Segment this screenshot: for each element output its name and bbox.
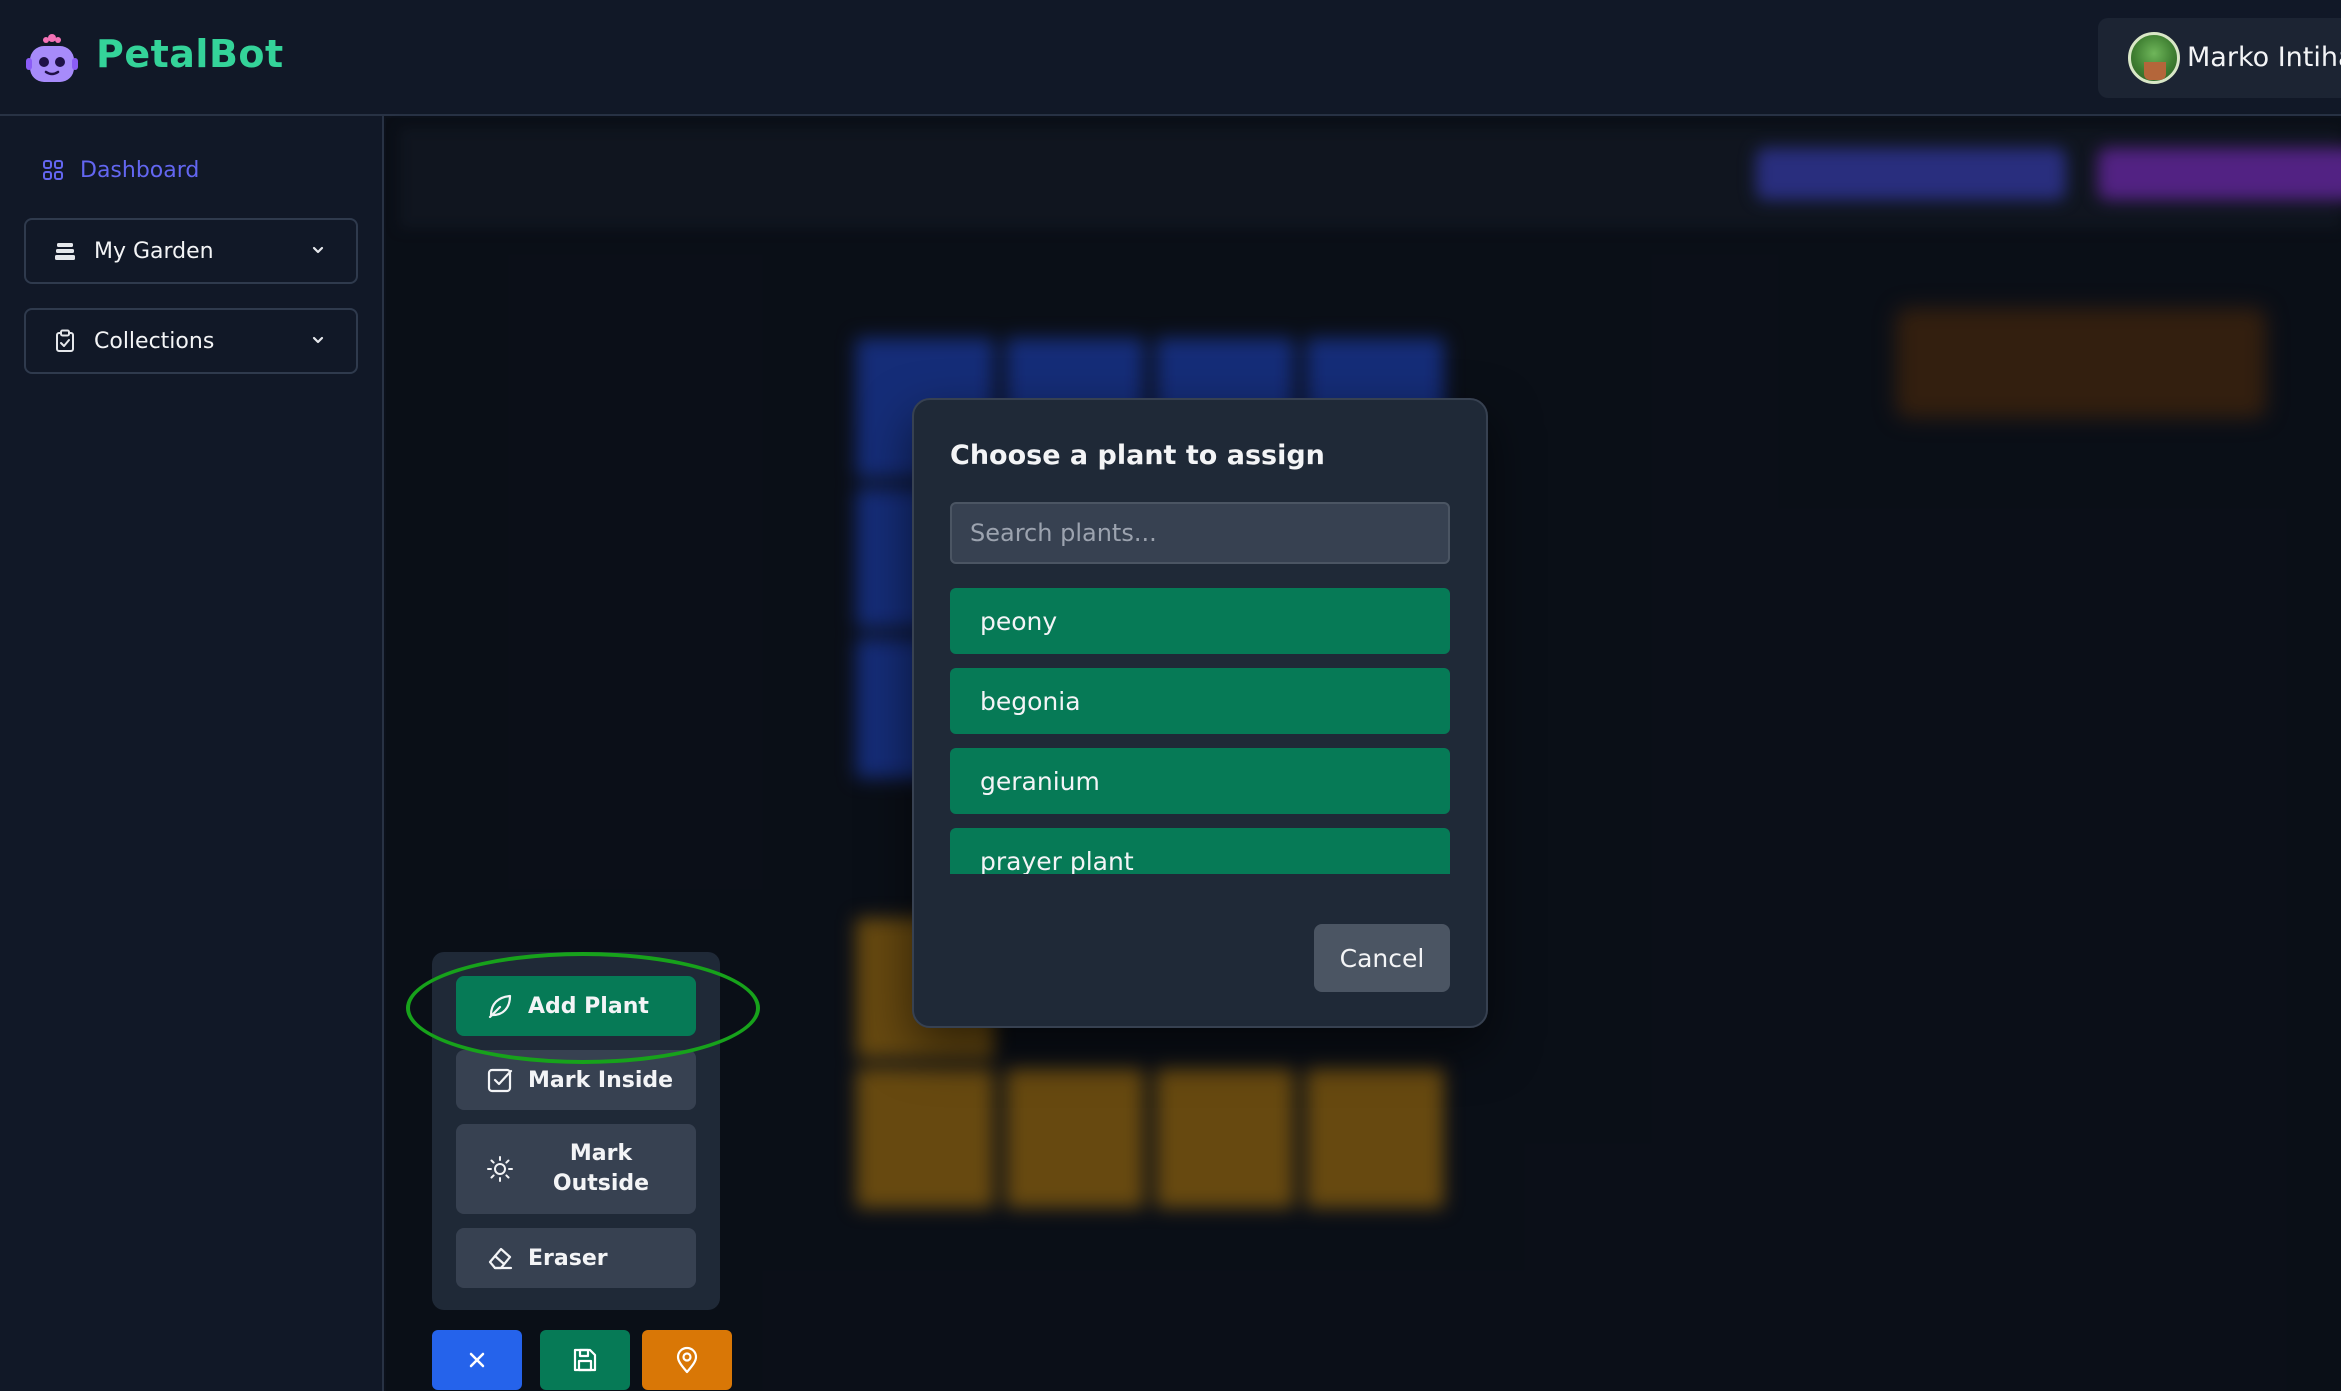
- sidebar-item-label: Collections: [94, 328, 215, 354]
- chevron-down-icon: [312, 336, 324, 344]
- user-menu[interactable]: Marko Intihar: [2098, 18, 2341, 98]
- assign-plant-dialog: Choose a plant to assign peony begonia g…: [912, 398, 1488, 1028]
- mark-outside-label-line1: Mark: [569, 1141, 633, 1166]
- app-header: PetalBot Marko Intihar: [0, 0, 2341, 116]
- chevron-down-icon: [312, 246, 324, 254]
- mark-outside-button[interactable]: Mark Outside: [456, 1124, 696, 1214]
- sidebar-item-collections[interactable]: Collections: [24, 308, 358, 374]
- close-icon: [469, 1352, 485, 1368]
- plant-option-begonia[interactable]: begonia: [950, 668, 1450, 734]
- eraser-icon: [488, 1247, 513, 1270]
- mark-inside-label: Mark Inside: [528, 1067, 674, 1093]
- sidebar-item-my-garden[interactable]: My Garden: [24, 218, 358, 284]
- checkbox-icon: [487, 1068, 513, 1093]
- sidebar-item-label: My Garden: [94, 238, 214, 264]
- dialog-title: Choose a plant to assign: [950, 440, 1325, 471]
- search-input[interactable]: [950, 502, 1450, 564]
- highlight-ring: [406, 952, 760, 1064]
- map-pin-icon: [676, 1346, 698, 1374]
- brand-name[interactable]: PetalBot: [96, 32, 284, 76]
- save-icon: [573, 1348, 597, 1372]
- eraser-label: Eraser: [528, 1245, 608, 1271]
- save-button[interactable]: [540, 1330, 630, 1390]
- sun-icon: [487, 1156, 513, 1182]
- clipboard-check-icon: [56, 329, 74, 352]
- plant-option-prayer-plant[interactable]: prayer plant: [950, 828, 1450, 874]
- user-name: Marko Intihar: [2187, 42, 2341, 73]
- robot-logo-icon: [26, 34, 78, 82]
- close-button[interactable]: [432, 1330, 522, 1390]
- plant-option-geranium[interactable]: geranium: [950, 748, 1450, 814]
- location-button[interactable]: [642, 1330, 732, 1390]
- layers-icon: [55, 243, 75, 260]
- mark-outside-label-line2: Outside: [552, 1171, 650, 1196]
- plant-option-peony[interactable]: peony: [950, 588, 1450, 654]
- grid-icon: [43, 160, 63, 180]
- avatar: [2128, 32, 2180, 84]
- mark-outside-label: Mark Outside: [526, 1139, 676, 1199]
- eraser-button[interactable]: Eraser: [456, 1228, 696, 1288]
- sidebar-item-dashboard[interactable]: Dashboard: [42, 152, 199, 188]
- cancel-button[interactable]: Cancel: [1314, 924, 1450, 992]
- sidebar: Dashboard My Garden Collections: [0, 116, 384, 1391]
- sidebar-item-label: Dashboard: [80, 157, 200, 183]
- plant-list[interactable]: peony begonia geranium prayer plant: [950, 588, 1450, 874]
